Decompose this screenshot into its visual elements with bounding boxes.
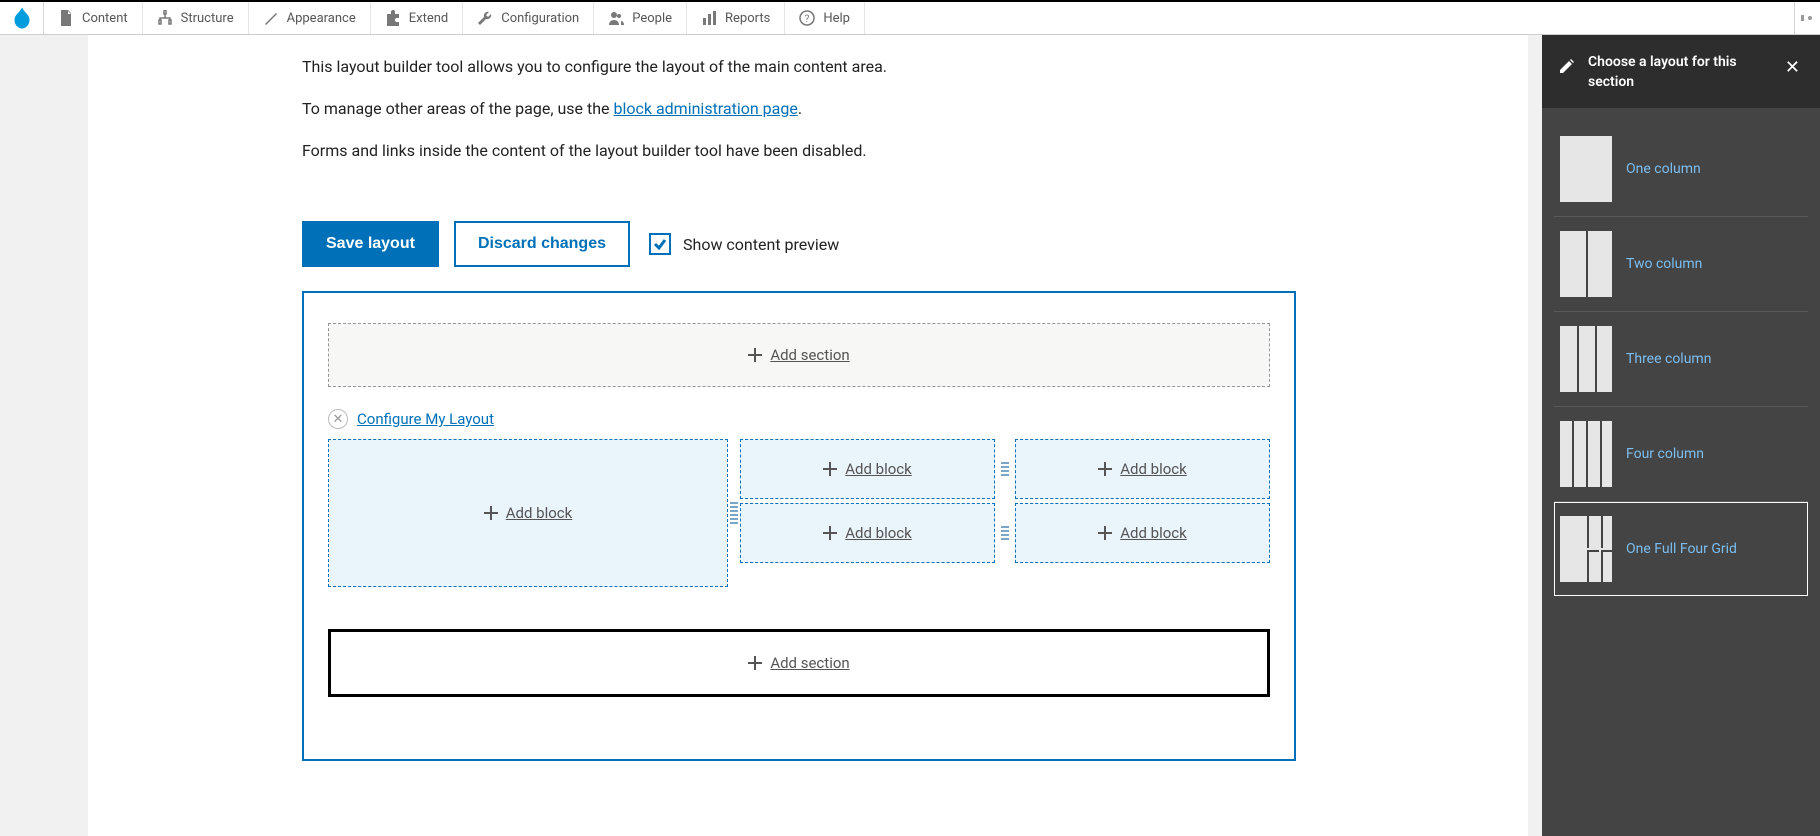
block-admin-link[interactable]: block administration page [613, 99, 797, 118]
plus-icon [748, 348, 762, 362]
hierarchy-icon [157, 10, 173, 26]
chart-icon [701, 10, 717, 26]
file-icon [58, 10, 74, 26]
offcanvas-title: Choose a layout for this section [1588, 53, 1769, 92]
show-preview-label: Show content preview [683, 235, 839, 254]
plus-icon [748, 656, 762, 670]
plus-icon [1098, 462, 1112, 476]
layout-section: Add block Add block [328, 439, 1270, 587]
layout-option-one-column[interactable]: One column [1554, 122, 1808, 217]
save-layout-button[interactable]: Save layout [302, 221, 439, 267]
check-icon [653, 237, 667, 251]
layout-option-one-full-four-grid[interactable]: One Full Four Grid [1554, 502, 1808, 596]
layout-option-three-column[interactable]: Three column [1554, 312, 1808, 407]
toolbar-reports[interactable]: Reports [687, 2, 785, 34]
toolbar-extend[interactable]: Extend [371, 2, 464, 34]
wrench-icon [477, 10, 493, 26]
region-left[interactable]: Add block [328, 439, 728, 587]
region-top-left[interactable]: Add block [740, 439, 995, 499]
remove-section-button[interactable]: ✕ [328, 409, 348, 429]
layout-canvas: Add section ✕ Configure My Layout Add bl… [302, 291, 1296, 761]
drag-handle-vertical[interactable] [999, 503, 1011, 563]
layout-option-two-column[interactable]: Two column [1554, 217, 1808, 312]
toolbar-structure[interactable]: Structure [143, 2, 249, 34]
add-section-bottom[interactable]: Add section [328, 629, 1270, 697]
show-preview-checkbox[interactable] [649, 233, 671, 255]
region-top-right[interactable]: Add block [1015, 439, 1270, 499]
layout-option-four-column[interactable]: Four column [1554, 407, 1808, 502]
paintbrush-icon [263, 10, 279, 26]
toolbar-configuration[interactable]: Configuration [463, 2, 594, 34]
region-bottom-left[interactable]: Add block [740, 503, 995, 563]
intro-text: This layout builder tool allows you to c… [302, 55, 1296, 163]
offcanvas-close-button[interactable]: ✕ [1781, 53, 1804, 82]
configure-section-link[interactable]: Configure My Layout [357, 410, 494, 428]
toolbar-content[interactable]: Content [44, 2, 143, 34]
toolbar-help[interactable]: ? Help [785, 2, 865, 34]
add-section-top[interactable]: Add section [328, 323, 1270, 387]
puzzle-icon [385, 10, 401, 26]
help-icon: ? [799, 10, 815, 26]
pencil-icon [1558, 57, 1576, 75]
plus-icon [823, 526, 837, 540]
offcanvas-panel: Choose a layout for this section ✕ One c… [1542, 35, 1820, 836]
drag-handle-vertical[interactable] [999, 439, 1011, 499]
toolbar-orientation-toggle[interactable] [1794, 2, 1820, 34]
region-bottom-right[interactable]: Add block [1015, 503, 1270, 563]
discard-changes-button[interactable]: Discard changes [454, 221, 630, 267]
toolbar-appearance[interactable]: Appearance [249, 2, 371, 34]
plus-icon [823, 462, 837, 476]
admin-toolbar: Content Structure Appearance Extend Conf… [0, 2, 1820, 35]
plus-icon [484, 506, 498, 520]
drag-handle-vertical[interactable] [728, 439, 740, 587]
plus-icon [1098, 526, 1112, 540]
drupal-logo-icon[interactable] [0, 2, 44, 34]
svg-text:?: ? [805, 14, 810, 25]
toolbar-people[interactable]: People [594, 2, 687, 34]
people-icon [608, 10, 624, 26]
